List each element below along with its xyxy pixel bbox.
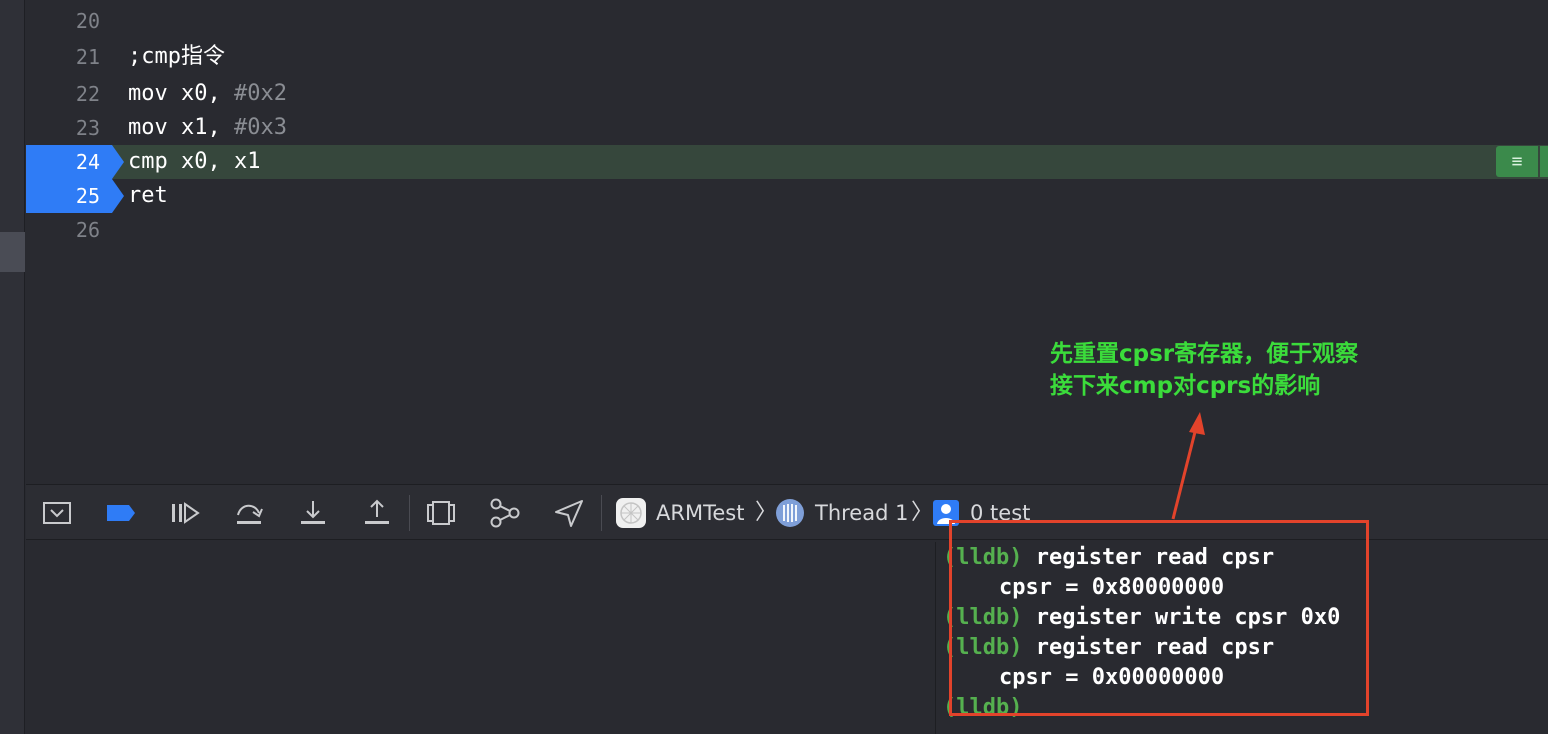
source-editor[interactable]: 20 21 ;cmp指令 22 mov x0, #0x2 23 mov x1, … (26, 0, 1548, 484)
step-into-icon[interactable] (296, 497, 330, 529)
code-immediate: #0x2 (233, 81, 287, 106)
annotation-edge (1540, 146, 1548, 177)
line-number: 21 (75, 45, 100, 69)
breadcrumb-thread[interactable]: Thread 1 (815, 497, 908, 529)
line-number: 20 (75, 9, 100, 33)
annotation-note-line: 接下来cmp对cprs的影响 (1050, 373, 1321, 399)
code-line[interactable]: 25 ret (26, 179, 1548, 213)
code-line[interactable]: 20 (26, 4, 1548, 38)
code-immediate: #0x3 (233, 115, 287, 140)
annotation-note: 先重置cpsr寄存器，便于观察 接下来cmp对cprs的影响 (1050, 338, 1358, 402)
annotation-note-line: 先重置cpsr寄存器，便于观察 (1050, 341, 1359, 367)
navigator-edge (0, 0, 25, 734)
hide-console-icon[interactable] (40, 497, 74, 529)
code-text: mov x0, #0x2 (128, 77, 287, 111)
code-line[interactable]: 26 (26, 213, 1548, 247)
toolbar-divider (601, 495, 602, 531)
line-number: 26 (75, 218, 100, 242)
memory-graph-icon[interactable] (488, 497, 522, 529)
line-number: 23 (75, 116, 100, 140)
highlight-box (949, 520, 1369, 716)
line-number: 24 (75, 150, 100, 174)
navigator-selection (0, 232, 25, 272)
code-text: ;cmp指令 (128, 44, 225, 69)
step-over-icon[interactable] (232, 497, 266, 529)
line-number: 25 (75, 184, 100, 208)
instruction-pointer-annotation[interactable]: ≡ (1496, 146, 1548, 177)
view-debugger-icon[interactable] (424, 497, 458, 529)
continue-icon[interactable] (168, 497, 202, 529)
variables-view[interactable] (26, 542, 936, 734)
code-text: cmp x0, x1 (128, 149, 261, 174)
toolbar-divider (409, 495, 410, 531)
breadcrumb-app[interactable]: ARMTest (656, 497, 744, 529)
code-line[interactable]: 22 mov x0, #0x2 (26, 77, 1548, 111)
line-number: 22 (75, 82, 100, 106)
code-instruction: mov x0, (128, 81, 234, 106)
list-icon[interactable]: ≡ (1496, 146, 1538, 177)
step-out-icon[interactable] (360, 497, 394, 529)
code-text: ret (128, 183, 168, 208)
simulate-location-icon[interactable] (552, 497, 586, 529)
breakpoints-toggle-icon[interactable] (104, 497, 138, 529)
code-text: mov x1, #0x3 (128, 111, 287, 145)
code-line[interactable]: 23 mov x1, #0x3 (26, 111, 1548, 145)
code-instruction: mov x1, (128, 115, 234, 140)
thread-icon[interactable] (773, 497, 807, 529)
code-line[interactable]: 21 ;cmp指令 (26, 40, 1548, 74)
code-line-current[interactable]: 24 cmp x0, x1 (26, 145, 1548, 179)
app-icon[interactable] (614, 497, 648, 529)
